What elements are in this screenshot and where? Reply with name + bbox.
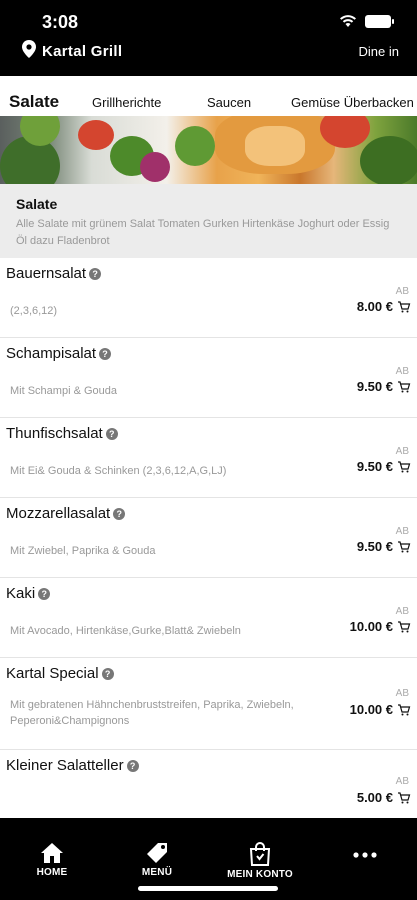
price-row[interactable]: 9.50 € — [357, 379, 411, 394]
category-tabs: Salate Grillherichte Saucen Gemüse Überb… — [0, 76, 417, 116]
location-name: Kartal Grill — [42, 43, 123, 60]
location-selector[interactable]: Kartal Grill — [22, 40, 122, 63]
info-icon[interactable]: ? — [105, 427, 118, 440]
order-mode-button[interactable]: Dine in — [359, 44, 399, 59]
menu-item-name-wrap: Mozzarellasalat ? — [6, 505, 126, 522]
menu-item-name-wrap: Kleiner Salatteller ? — [6, 757, 139, 774]
menu-item[interactable]: Mozzarellasalat ? Mit Zwiebel, Paprika &… — [0, 498, 417, 578]
tab-salate[interactable]: Salate — [9, 92, 59, 112]
menu-item-name: Kartal Special — [6, 665, 99, 682]
tab-gemuese-ueberbacken[interactable]: Gemüse Überbacken — [291, 95, 414, 110]
battery-icon — [365, 14, 394, 28]
price-prefix: AB — [395, 606, 409, 617]
menu-item-price: 9.50 € — [356, 539, 393, 554]
nav-more[interactable] — [320, 852, 410, 858]
cart-icon — [398, 791, 411, 803]
price-row[interactable]: 9.50 € — [357, 539, 411, 554]
price-row[interactable]: 9.50 € — [357, 459, 411, 474]
nav-menu-label: MENÜ — [141, 867, 173, 878]
menu-item-name: Kaki — [6, 585, 36, 602]
menu-item[interactable]: Thunfischsalat ? Mit Ei& Gouda & Schinke… — [0, 418, 417, 498]
menu-item[interactable]: Kleiner Salatteller ? AB 5.00 € — [0, 750, 417, 818]
price-prefix: AB — [395, 526, 409, 537]
menu-item[interactable]: Kaki ? Mit Avocado, Hirtenkäse,Gurke,Bla… — [0, 578, 417, 658]
menu-item[interactable]: Schampisalat ? Mit Schampi & Gouda AB 9.… — [0, 338, 417, 418]
app-header: 3:08 Kartal Grill Dine in — [0, 0, 417, 76]
menu-item-description: Mit Ei& Gouda & Schinken (2,3,6,12,A,G,L… — [10, 465, 227, 477]
price-row[interactable]: 10.00 € — [350, 619, 411, 634]
nav-account[interactable]: MEIN KONTO — [215, 842, 305, 880]
menu-item-name-wrap: Kartal Special ? — [6, 665, 114, 682]
cart-icon — [398, 620, 411, 632]
info-icon[interactable]: ? — [89, 267, 102, 280]
menu-item[interactable]: Kartal Special ? Mit gebratenen Hähnchen… — [0, 658, 417, 750]
menu-item-name: Bauernsalat — [6, 265, 87, 282]
wifi-icon — [339, 14, 357, 28]
tab-saucen[interactable]: Saucen — [207, 95, 251, 110]
price-row[interactable]: 5.00 € — [357, 790, 411, 805]
tab-grillherichte[interactable]: Grillherichte — [92, 95, 161, 110]
info-icon[interactable]: ? — [113, 507, 126, 520]
menu-item-price: 9.50 € — [356, 379, 393, 394]
nav-home[interactable]: HOME — [7, 842, 97, 878]
nav-account-label: MEIN KONTO — [227, 869, 293, 880]
menu-item-description: (2,3,6,12) — [10, 305, 58, 317]
price-prefix: AB — [395, 776, 409, 787]
menu-item-price: 10.00 € — [349, 619, 393, 634]
location-pin-icon — [22, 40, 36, 63]
category-description: Alle Salate mit grünem Salat Tomaten Gur… — [16, 218, 390, 247]
menu-item-name-wrap: Kaki ? — [6, 585, 51, 602]
nav-home-label: HOME — [36, 867, 68, 878]
menu-item-description: Mit gebratenen Hähnchenbruststreifen, Pa… — [10, 699, 294, 727]
menu-item-price: 9.50 € — [356, 459, 393, 474]
menu-item-name: Kleiner Salatteller — [6, 757, 124, 774]
menu-item-list: Bauernsalat ? (2,3,6,12) AB 8.00 € Scham… — [0, 258, 417, 818]
price-row[interactable]: 10.00 € — [350, 702, 411, 717]
home-icon — [41, 843, 63, 863]
price-row[interactable]: 8.00 € — [357, 299, 411, 314]
info-icon[interactable]: ? — [126, 759, 139, 772]
cart-icon — [398, 300, 411, 312]
category-banner-image — [0, 116, 417, 184]
info-icon[interactable]: ? — [101, 667, 114, 680]
info-icon[interactable]: ? — [38, 587, 51, 600]
nav-menu[interactable]: MENÜ — [112, 842, 202, 878]
menu-item-name-wrap: Schampisalat ? — [6, 345, 112, 362]
menu-item-description: Mit Avocado, Hirtenkäse,Gurke,Blatt& Zwi… — [10, 625, 241, 637]
menu-item[interactable]: Bauernsalat ? (2,3,6,12) AB 8.00 € — [0, 258, 417, 338]
more-icon — [353, 852, 377, 858]
menu-item-name-wrap: Thunfischsalat ? — [6, 425, 118, 442]
menu-item-price: 8.00 € — [356, 299, 393, 314]
menu-item-price: 5.00 € — [356, 790, 393, 805]
menu-item-description: Mit Schampi & Gouda — [10, 385, 117, 397]
info-icon[interactable]: ? — [99, 347, 112, 360]
category-title: Salate — [16, 196, 58, 212]
menu-item-name-wrap: Bauernsalat ? — [6, 265, 102, 282]
status-icons — [339, 14, 394, 28]
home-indicator — [138, 886, 278, 891]
menu-item-price: 10.00 € — [349, 702, 393, 717]
cart-icon — [398, 380, 411, 392]
menu-item-name: Mozzarellasalat — [6, 505, 111, 522]
menu-item-name: Thunfischsalat — [6, 425, 103, 442]
menu-item-description: Mit Zwiebel, Paprika & Gouda — [10, 545, 156, 557]
price-prefix: AB — [395, 286, 409, 297]
tag-icon — [147, 843, 167, 863]
category-header: Salate Alle Salate mit grünem Salat Toma… — [0, 184, 417, 258]
price-prefix: AB — [395, 366, 409, 377]
cart-icon — [398, 703, 411, 715]
shopping-bag-icon — [249, 842, 271, 866]
menu-item-name: Schampisalat — [6, 345, 97, 362]
cart-icon — [398, 460, 411, 472]
price-prefix: AB — [395, 688, 409, 699]
cart-icon — [398, 540, 411, 552]
price-prefix: AB — [395, 446, 409, 457]
status-time: 3:08 — [42, 12, 79, 32]
